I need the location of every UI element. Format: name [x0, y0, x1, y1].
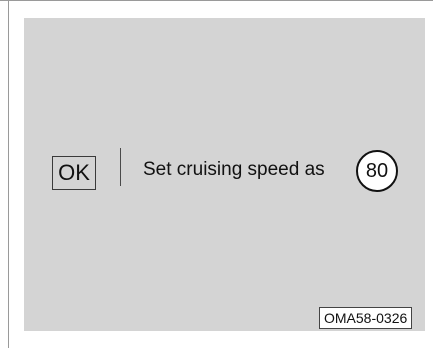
- speed-value: 80: [365, 159, 389, 182]
- left-frame-line: [8, 0, 9, 348]
- divider: [120, 148, 121, 186]
- cluster-display-panel: OK Set cruising speed as 80 OMA58-0326: [24, 18, 425, 331]
- figure-code-label: OMA58-0326: [319, 307, 413, 329]
- ok-button[interactable]: OK: [52, 156, 96, 190]
- top-frame-line: [0, 0, 433, 1]
- speed-limit-sign-icon: 80: [356, 150, 398, 192]
- cruise-speed-message: Set cruising speed as: [143, 159, 325, 180]
